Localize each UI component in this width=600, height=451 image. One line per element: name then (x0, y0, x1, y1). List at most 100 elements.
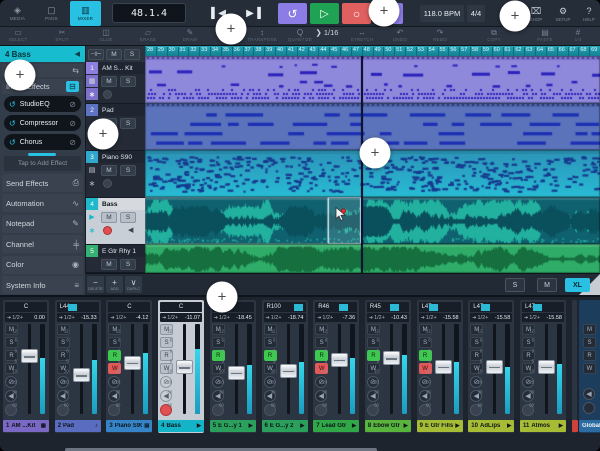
sidebar-item-send-effects[interactable]: Send Effects⎙ (2, 174, 83, 192)
channel-label[interactable]: 7Lead Gtr▶ (313, 420, 359, 432)
tool-redo[interactable]: ↷REDO (433, 28, 447, 42)
timeline-ruler[interactable]: 2829303132333435363738394041424344454647… (145, 46, 600, 56)
tool-stretch[interactable]: ↔STRETCH (351, 28, 374, 42)
solo-button[interactable]: S (583, 337, 596, 348)
fader[interactable]: 1260510203060 (226, 324, 242, 414)
read-button[interactable]: R (583, 350, 596, 361)
sidebar-item-channel[interactable]: Channel╪ (2, 235, 83, 253)
time-signature-display[interactable]: 4/4 (467, 5, 485, 22)
freeze-icon[interactable]: ∗ (86, 177, 98, 189)
output-routing[interactable]: ➔1/2+-15.58 (419, 313, 461, 322)
pan-display[interactable]: L47 (522, 302, 564, 312)
track-controls-icon[interactable]: ⊣⊢ (88, 49, 104, 60)
track-record-arm[interactable] (103, 90, 112, 99)
mixer-size-m-button[interactable]: M (537, 278, 557, 292)
output-routing[interactable]: ➔1/2+-18.45 (212, 313, 254, 322)
bypass-icon[interactable]: ⊘ (69, 138, 76, 147)
fader-cap[interactable] (538, 360, 555, 374)
sidebar-item-system-info[interactable]: System Info≡ (2, 276, 83, 294)
track-instrument-icon[interactable]: ▤ (86, 164, 98, 176)
record-button[interactable]: ○ (342, 3, 371, 24)
fader-cap[interactable] (73, 368, 90, 382)
fader-cap[interactable] (280, 364, 297, 378)
write-button[interactable]: W (583, 363, 596, 374)
effect-slot-chorus[interactable]: ↺Chorus⊘ (4, 134, 81, 150)
track-solo-button[interactable]: S (120, 259, 136, 270)
track-record-arm[interactable] (103, 179, 112, 188)
tool-transpose[interactable]: ↕TRANSPOSE (247, 28, 277, 42)
sidebar-item-color[interactable]: Color◉ (2, 256, 83, 274)
tab-mixer[interactable]: ▥MIXER (70, 1, 101, 26)
fader-cap[interactable] (124, 356, 141, 370)
track-mute-button[interactable]: M (101, 212, 117, 223)
freeze-icon[interactable]: ∗ (86, 88, 98, 100)
tool-glue[interactable]: ◫GLUE (99, 28, 112, 42)
skip-end-button[interactable]: ▶▐ (240, 4, 267, 22)
add-effect-button[interactable]: Tap to Add Effect (4, 156, 81, 171)
monitor-button[interactable]: ◀ (583, 388, 595, 400)
track-solo-button[interactable]: S (120, 118, 136, 129)
track-row-piano-s90[interactable]: 3▤∗Piano S90MS (86, 151, 146, 198)
pan-display[interactable]: C (5, 302, 47, 312)
delete-track-button[interactable]: −DELETE (87, 276, 104, 293)
fader[interactable]: 1260510203060 (174, 324, 190, 414)
help-button[interactable]: ?HELP (577, 2, 600, 25)
sidebar-item-notepad[interactable]: Notepad✎ (2, 215, 83, 233)
insert-effects-icon[interactable]: ⊟ (66, 81, 79, 92)
output-routing[interactable]: ➔1/2+-7.36 (315, 313, 357, 322)
collapse-icon[interactable]: ◀ (75, 50, 80, 58)
play-button[interactable]: ▷ (310, 3, 339, 24)
fader-cap[interactable] (331, 353, 348, 367)
channel-label[interactable]: 5E G...y 1▶ (210, 420, 256, 432)
tab-media[interactable]: ◈MEDIA (2, 1, 33, 26)
tab-pads[interactable]: ▢PADS (36, 1, 67, 26)
output-routing[interactable]: ➔1/2+-11.07 (160, 313, 202, 322)
fader[interactable]: 1260510203060 (122, 324, 138, 414)
mixer-size-s-button[interactable]: S (505, 278, 525, 292)
channel-label[interactable]: 6E G...y 2▶ (262, 420, 308, 432)
fader-cap[interactable] (435, 360, 452, 374)
track-instrument-icon[interactable]: ▶ (86, 211, 98, 223)
bypass-icon[interactable]: ⊘ (69, 100, 76, 109)
channel-label[interactable]: 2Pad♪ (55, 420, 101, 432)
fader[interactable]: 1260510203060 (19, 324, 35, 414)
clip-region[interactable] (145, 56, 600, 103)
track-mute-button[interactable]: M (101, 165, 117, 176)
output-routing[interactable]: ➔1/2+-18.74 (264, 313, 306, 322)
track-mute-button[interactable]: M (101, 76, 117, 87)
track-record-arm[interactable] (103, 226, 112, 235)
clip-region[interactable] (145, 244, 600, 273)
pan-display[interactable]: R100 (264, 302, 306, 312)
fader-cap[interactable] (228, 366, 245, 380)
channel-label[interactable]: 3Piano S90▤ (106, 420, 152, 432)
pan-display[interactable]: C (108, 302, 150, 312)
fader[interactable]: 1260510203060 (484, 324, 500, 414)
pan-display[interactable]: L44 (57, 302, 99, 312)
fader[interactable]: 1260510203060 (536, 324, 552, 414)
clip-region[interactable] (145, 197, 600, 244)
output-routing[interactable]: ➔1/2+-4.12 (108, 313, 150, 322)
tool-quantize[interactable]: QQUANTIZE (288, 28, 312, 42)
tool-split[interactable]: ✂SPLIT (55, 28, 69, 42)
tool-select[interactable]: ▭SELECT (9, 28, 28, 42)
playhead[interactable] (361, 56, 363, 273)
channel-label[interactable]: Global (579, 420, 600, 432)
tool-erase[interactable]: ▱ERASE (140, 28, 156, 42)
output-routing[interactable]: ➔1/2+-15.58 (522, 313, 564, 322)
effect-slot-studioeq[interactable]: ↺StudioEQ⊘ (4, 96, 81, 112)
channel-label[interactable]: 10AdLips▶ (468, 420, 514, 432)
output-routing[interactable]: ➔1/2+-15.58 (470, 313, 512, 322)
fader[interactable]: 1260510203060 (71, 324, 87, 414)
fader[interactable]: 1260510203060 (329, 324, 345, 414)
loop-button[interactable]: ↺ (278, 3, 307, 24)
bypass-icon[interactable]: ⊘ (69, 119, 76, 128)
effect-slot-compressor[interactable]: ↺Compressor⊘ (4, 115, 81, 131)
output-routing[interactable]: ➔1/2+-15.33 (57, 313, 99, 322)
power-icon[interactable]: ↺ (9, 138, 16, 147)
inspector-track-header[interactable]: 4 Bass ◀ (0, 46, 85, 62)
global-solo-button[interactable]: S (124, 49, 140, 60)
tool-paste[interactable]: ▤PASTE (537, 28, 552, 42)
tool-copy[interactable]: ⧉COPY (487, 28, 501, 42)
track-solo-button[interactable]: S (120, 212, 136, 223)
fader[interactable]: 1260510203060 (381, 324, 397, 414)
